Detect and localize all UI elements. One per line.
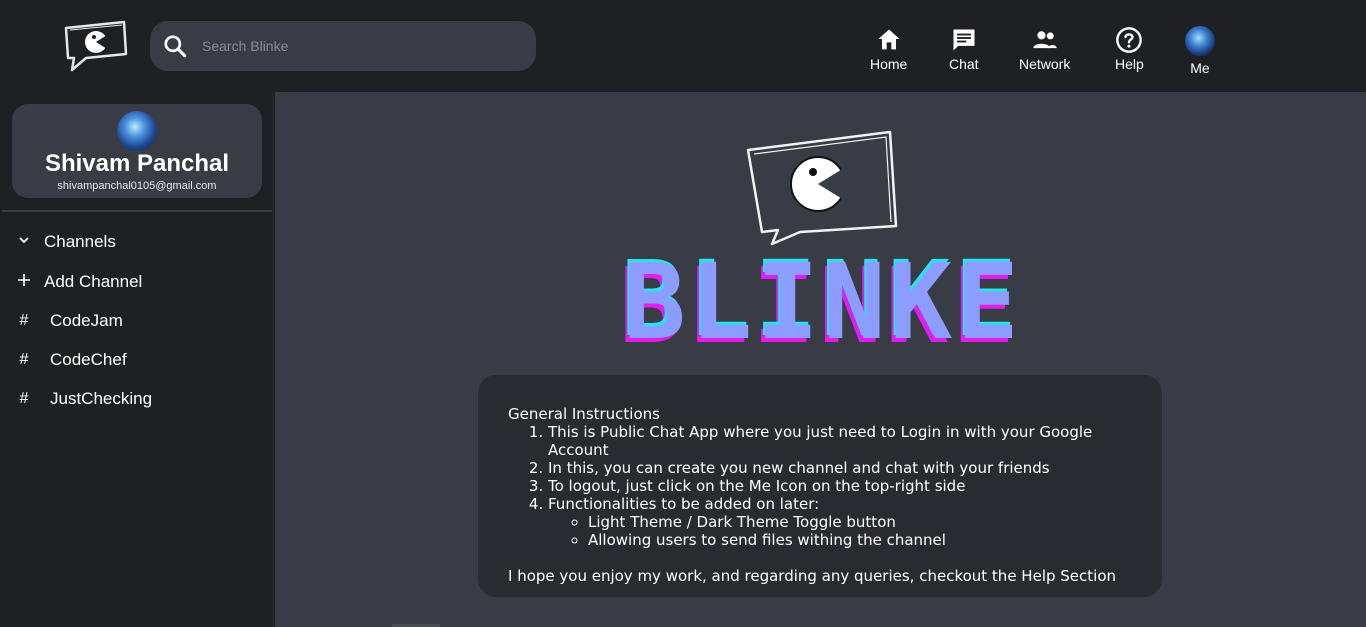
sidebar-item-codechef[interactable]: # CodeChef — [16, 350, 127, 370]
nav-help-label: Help — [1115, 56, 1144, 72]
avatar[interactable] — [1185, 26, 1215, 56]
instructions-card: General Instructions This is Public Chat… — [478, 375, 1162, 597]
sidebar-item-codejam[interactable]: # CodeJam — [16, 311, 123, 331]
nav-help[interactable]: Help — [1115, 26, 1144, 72]
blinke-large-logo-icon — [746, 130, 898, 246]
add-channel-button[interactable]: Add Channel — [16, 272, 142, 292]
channels-label: Channels — [44, 232, 116, 251]
home-icon — [878, 29, 900, 50]
channel-name: CodeJam — [50, 311, 123, 330]
search-icon[interactable] — [162, 33, 188, 59]
sidebar-item-justchecking[interactable]: # JustChecking — [16, 389, 153, 409]
hash-icon: # — [19, 312, 29, 329]
nav-chat[interactable]: Chat — [949, 26, 979, 72]
nav-me[interactable]: Me — [1185, 26, 1215, 76]
nav-home-label: Home — [870, 56, 908, 72]
list-item: To logout, just click on the Me Icon on … — [548, 477, 1132, 495]
top-header: Home Chat Network Help Me — [0, 0, 1366, 92]
add-channel-label: Add Channel — [44, 272, 143, 291]
list-item: In this, you can create you new channel … — [548, 459, 1132, 477]
profile-card: Shivam Panchal shivampanchal0105@gmail.c… — [12, 104, 262, 198]
search-input[interactable] — [202, 21, 522, 71]
main-content: BLINKE BLINKE BLINKE General Instruction… — [275, 92, 1366, 627]
help-icon — [1116, 27, 1143, 53]
list-item: Functionalities to be added on later: Li… — [548, 495, 1132, 549]
chevron-down-icon — [16, 233, 32, 251]
nav-chat-label: Chat — [949, 56, 979, 72]
nav-home[interactable]: Home — [870, 26, 907, 72]
instructions-list: This is Public Chat App where you just n… — [548, 423, 1132, 549]
search-bar[interactable] — [150, 21, 536, 71]
list-item-text: Functionalities to be added on later: — [548, 495, 820, 513]
list-item: This is Public Chat App where you just n… — [548, 423, 1132, 459]
profile-email: shivampanchal0105@gmail.com — [57, 180, 217, 192]
sidebar-divider — [2, 210, 272, 212]
blinke-logo-icon[interactable] — [58, 18, 130, 74]
nav-network-label: Network — [1019, 56, 1071, 72]
channel-name: CodeChef — [50, 350, 127, 369]
nav-me-label: Me — [1190, 60, 1210, 76]
closing-text: I hope you enjoy my work, and regarding … — [508, 567, 1117, 585]
profile-name: Shivam Panchal — [44, 150, 230, 177]
plus-icon — [16, 273, 32, 292]
chat-icon — [953, 29, 975, 51]
hash-icon: # — [19, 351, 29, 368]
people-icon — [1033, 31, 1057, 49]
blinke-title-art: BLINKE BLINKE BLINKE — [619, 252, 1023, 352]
channels-toggle[interactable]: Channels — [16, 232, 116, 252]
sub-list: Light Theme / Dark Theme Toggle button A… — [588, 513, 1132, 549]
sub-list-item: Allowing users to send files withing the… — [588, 531, 1132, 549]
hash-icon: # — [19, 390, 29, 407]
instructions-heading: General Instructions — [508, 405, 660, 423]
title-main: BLINKE — [623, 252, 1023, 352]
sidebar: Shivam Panchal shivampanchal0105@gmail.c… — [0, 92, 274, 627]
channel-name: JustChecking — [50, 389, 153, 408]
nav-network[interactable]: Network — [1019, 26, 1070, 72]
profile-avatar — [117, 111, 157, 151]
sub-list-item: Light Theme / Dark Theme Toggle button — [588, 513, 1132, 531]
